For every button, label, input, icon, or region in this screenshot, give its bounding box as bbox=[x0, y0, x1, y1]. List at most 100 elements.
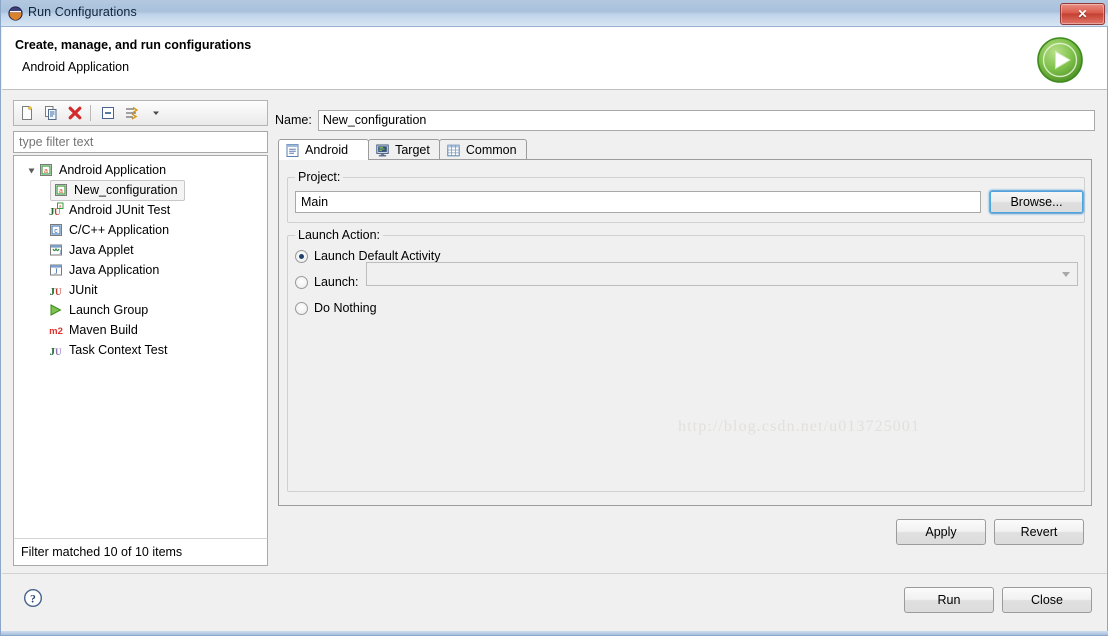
tree-item-junit[interactable]: J U JUnit bbox=[14, 280, 267, 300]
window-title: Run Configurations bbox=[28, 5, 137, 19]
radio-button-icon[interactable] bbox=[295, 276, 308, 289]
window-titlebar: Run Configurations ✕ bbox=[1, 0, 1108, 27]
radio-label: Do Nothing bbox=[314, 301, 377, 315]
window-close-button[interactable]: ✕ bbox=[1060, 3, 1105, 25]
eclipse-icon bbox=[8, 6, 23, 21]
tree-item-label: Launch Group bbox=[69, 303, 148, 317]
java-applet-icon: J bbox=[48, 242, 64, 258]
name-label: Name: bbox=[275, 113, 312, 127]
android-config-icon: a bbox=[53, 182, 69, 198]
launch-activity-combo-wrap bbox=[366, 262, 1078, 286]
launch-configurations-tree[interactable]: a Android Application a New_configurati bbox=[13, 155, 268, 538]
tab-label: Android bbox=[305, 143, 348, 157]
svg-text:a: a bbox=[59, 188, 63, 195]
android-junit-icon: J U a bbox=[48, 202, 64, 218]
toolbar-separator bbox=[90, 105, 91, 121]
junit-icon: J U bbox=[48, 282, 64, 298]
svg-text:U: U bbox=[55, 287, 62, 297]
filter-input[interactable] bbox=[13, 131, 268, 153]
chevron-down-icon bbox=[1062, 272, 1070, 277]
launch-action-group-label: Launch Action: bbox=[295, 228, 383, 242]
tree-item-maven-build[interactable]: m2 Maven Build bbox=[14, 320, 267, 340]
svg-text:m2: m2 bbox=[49, 326, 63, 337]
filter-status-text: Filter matched 10 of 10 items bbox=[13, 538, 268, 566]
configuration-editor-panel: Name: Android bbox=[275, 100, 1095, 566]
chevron-down-icon[interactable] bbox=[145, 102, 167, 124]
run-button[interactable]: Run bbox=[904, 587, 994, 613]
tree-item-label: Task Context Test bbox=[69, 343, 167, 357]
tree-item-label: New_configuration bbox=[74, 183, 178, 197]
launch-group-icon bbox=[48, 302, 64, 318]
radio-label: Launch: bbox=[314, 275, 358, 289]
tree-item-c-cpp-application[interactable]: c C/C++ Application bbox=[14, 220, 267, 240]
tree-item-launch-group[interactable]: Launch Group bbox=[14, 300, 267, 320]
tab-android[interactable]: Android bbox=[278, 139, 369, 160]
maven-icon: m2 bbox=[48, 322, 64, 338]
radio-launch[interactable]: Launch: bbox=[295, 275, 358, 289]
dialog-header: Create, manage, and run configurations A… bbox=[2, 27, 1107, 90]
tab-target[interactable]: Target bbox=[368, 139, 440, 160]
close-dialog-button[interactable]: Close bbox=[1002, 587, 1092, 613]
launch-action-group: Launch Action: Launch Default Activity L… bbox=[287, 235, 1085, 492]
tab-common[interactable]: Common bbox=[439, 139, 527, 160]
radio-launch-default-activity[interactable]: Launch Default Activity bbox=[295, 249, 440, 263]
project-group-label: Project: bbox=[295, 170, 343, 184]
target-monitor-icon bbox=[375, 143, 390, 158]
project-group: Project: Browse... bbox=[287, 177, 1085, 223]
radio-label: Launch Default Activity bbox=[314, 249, 440, 263]
tree-item-label: Java Applet bbox=[69, 243, 134, 257]
radio-button-icon[interactable] bbox=[295, 302, 308, 315]
apply-button[interactable]: Apply bbox=[896, 519, 986, 545]
new-launch-configuration-button[interactable] bbox=[16, 102, 38, 124]
question-mark-icon[interactable]: ? bbox=[23, 588, 43, 608]
configuration-tabs: Android Target bbox=[278, 138, 526, 160]
launch-activity-combo[interactable] bbox=[366, 262, 1078, 286]
close-icon: ✕ bbox=[1077, 8, 1087, 20]
tree-item-android-junit-test[interactable]: J U a Android JUnit Test bbox=[14, 200, 267, 220]
tab-label: Target bbox=[395, 143, 430, 157]
browse-button[interactable]: Browse... bbox=[989, 190, 1084, 214]
tree-item-label: JUnit bbox=[69, 283, 97, 297]
java-application-icon: J bbox=[48, 262, 64, 278]
android-tab-content: Project: Browse... Launch Action: Launch… bbox=[278, 159, 1092, 506]
page-subtitle: Android Application bbox=[22, 60, 129, 74]
tree-item-task-context-test[interactable]: J U Task Context Test bbox=[14, 340, 267, 360]
android-config-icon: a bbox=[38, 162, 54, 178]
tree-item-label: C/C++ Application bbox=[69, 223, 169, 237]
configuration-name-input[interactable] bbox=[318, 110, 1095, 131]
cpp-icon: c bbox=[48, 222, 64, 238]
tree-item-label: Maven Build bbox=[69, 323, 138, 337]
tree-item-java-application[interactable]: J Java Application bbox=[14, 260, 267, 280]
page-title: Create, manage, and run configurations bbox=[15, 38, 251, 52]
duplicate-launch-configuration-button[interactable] bbox=[40, 102, 62, 124]
svg-text:?: ? bbox=[30, 593, 36, 605]
delete-launch-configuration-button[interactable] bbox=[64, 102, 86, 124]
filter-icon[interactable] bbox=[121, 102, 143, 124]
revert-button[interactable]: Revert bbox=[994, 519, 1084, 545]
green-run-icon bbox=[1035, 35, 1085, 85]
tree-item-label: Android Application bbox=[59, 163, 166, 177]
common-table-icon bbox=[446, 143, 461, 158]
project-input[interactable] bbox=[295, 191, 981, 213]
radio-button-icon[interactable] bbox=[295, 250, 308, 263]
task-context-icon: J U bbox=[48, 342, 64, 358]
tree-toolbar bbox=[13, 100, 268, 126]
selection-highlight: a New_configuration bbox=[50, 180, 185, 201]
launch-configurations-panel: a Android Application a New_configurati bbox=[13, 100, 268, 566]
tab-label: Common bbox=[466, 143, 517, 157]
svg-text:c: c bbox=[54, 228, 58, 235]
run-configurations-dialog: Run Configurations ✕ Create, manage, and… bbox=[0, 0, 1108, 636]
expand-arrow-icon[interactable] bbox=[24, 166, 38, 175]
tree-item-label: Android JUnit Test bbox=[69, 203, 170, 217]
android-tab-icon bbox=[285, 143, 300, 158]
svg-text:a: a bbox=[44, 168, 48, 175]
configuration-name-row: Name: bbox=[275, 109, 1095, 131]
collapse-all-button[interactable] bbox=[97, 102, 119, 124]
tree-item-new-configuration[interactable]: a New_configuration bbox=[14, 180, 267, 200]
svg-text:J: J bbox=[54, 267, 57, 276]
tree-item-android-application[interactable]: a Android Application bbox=[14, 160, 267, 180]
tree-item-java-applet[interactable]: J Java Applet bbox=[14, 240, 267, 260]
footer-separator bbox=[2, 573, 1107, 574]
radio-do-nothing[interactable]: Do Nothing bbox=[295, 301, 377, 315]
tree-item-label: Java Application bbox=[69, 263, 159, 277]
